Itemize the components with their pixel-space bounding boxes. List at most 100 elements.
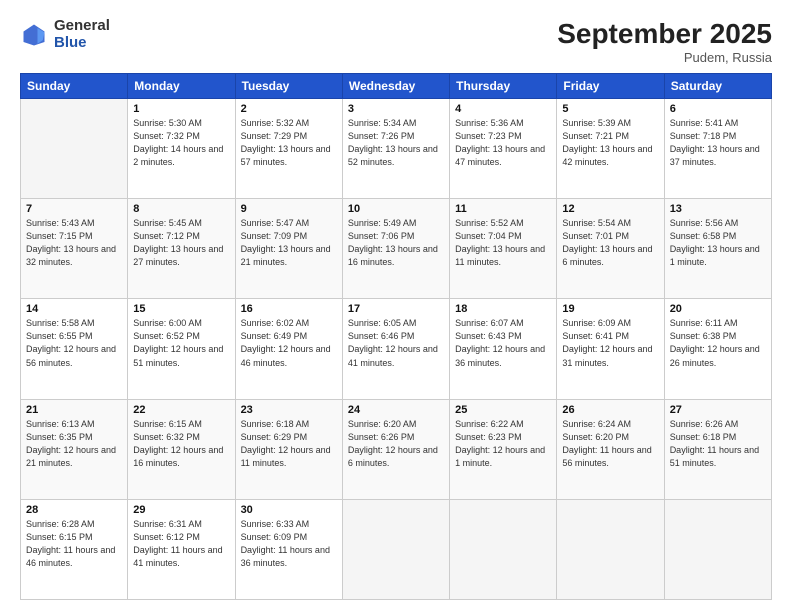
day-info: Sunrise: 6:33 AMSunset: 6:09 PMDaylight:… [241, 518, 337, 570]
calendar-cell: 25 Sunrise: 6:22 AMSunset: 6:23 PMDayligh… [450, 399, 557, 499]
calendar-cell: 1 Sunrise: 5:30 AMSunset: 7:32 PMDaylight… [128, 99, 235, 199]
location: Pudem, Russia [557, 50, 772, 65]
col-header-monday: Monday [128, 74, 235, 99]
col-header-saturday: Saturday [664, 74, 771, 99]
calendar-cell: 12 Sunrise: 5:54 AMSunset: 7:01 PMDayligh… [557, 199, 664, 299]
day-info: Sunrise: 6:26 AMSunset: 6:18 PMDaylight:… [670, 418, 766, 470]
calendar-cell: 17 Sunrise: 6:05 AMSunset: 6:46 PMDayligh… [342, 299, 449, 399]
day-number: 3 [348, 103, 444, 115]
calendar-cell: 7Sunrise: 5:43 AMSunset: 7:15 PMDaylight… [21, 199, 128, 299]
calendar-cell: 10 Sunrise: 5:49 AMSunset: 7:06 PMDayligh… [342, 199, 449, 299]
day-number: 27 [670, 404, 766, 416]
day-info: Sunrise: 5:52 AMSunset: 7:04 PMDaylight:… [455, 217, 551, 269]
week-row-4: 28 Sunrise: 6:28 AMSunset: 6:15 PMDayligh… [21, 499, 772, 599]
calendar-table: SundayMondayTuesdayWednesdayThursdayFrid… [20, 73, 772, 600]
col-header-sunday: Sunday [21, 74, 128, 99]
day-number: 14 [26, 303, 122, 315]
day-info: Sunrise: 6:22 AMSunset: 6:23 PMDaylight:… [455, 418, 551, 470]
calendar-cell [557, 499, 664, 599]
day-info: Sunrise: 5:32 AMSunset: 7:29 PMDaylight:… [241, 117, 337, 169]
calendar-cell: 29Sunrise: 6:31 AMSunset: 6:12 PMDayligh… [128, 499, 235, 599]
logo: General Blue [20, 18, 110, 51]
week-row-1: 7Sunrise: 5:43 AMSunset: 7:15 PMDaylight… [21, 199, 772, 299]
day-number: 7 [26, 203, 122, 215]
day-info: Sunrise: 6:28 AMSunset: 6:15 PMDaylight:… [26, 518, 122, 570]
calendar-cell [342, 499, 449, 599]
calendar-cell: 24 Sunrise: 6:20 AMSunset: 6:26 PMDayligh… [342, 399, 449, 499]
day-info: Sunrise: 5:54 AMSunset: 7:01 PMDaylight:… [562, 217, 658, 269]
calendar-cell: 18 Sunrise: 6:07 AMSunset: 6:43 PMDayligh… [450, 299, 557, 399]
calendar-cell: 2Sunrise: 5:32 AMSunset: 7:29 PMDaylight… [235, 99, 342, 199]
day-number: 10 [348, 203, 444, 215]
day-number: 24 [348, 404, 444, 416]
day-info: Sunrise: 5:49 AMSunset: 7:06 PMDaylight:… [348, 217, 444, 269]
calendar-cell: 21 Sunrise: 6:13 AMSunset: 6:35 PMDayligh… [21, 399, 128, 499]
day-info: Sunrise: 6:09 AMSunset: 6:41 PMDaylight:… [562, 317, 658, 369]
day-info: Sunrise: 6:11 AMSunset: 6:38 PMDaylight:… [670, 317, 766, 369]
calendar-cell: 9Sunrise: 5:47 AMSunset: 7:09 PMDaylight… [235, 199, 342, 299]
title-block: September 2025 Pudem, Russia [557, 18, 772, 65]
calendar-cell: 11Sunrise: 5:52 AMSunset: 7:04 PMDayligh… [450, 199, 557, 299]
day-number: 15 [133, 303, 229, 315]
day-number: 22 [133, 404, 229, 416]
day-number: 8 [133, 203, 229, 215]
day-info: Sunrise: 5:39 AMSunset: 7:21 PMDaylight:… [562, 117, 658, 169]
calendar-cell: 19 Sunrise: 6:09 AMSunset: 6:41 PMDayligh… [557, 299, 664, 399]
calendar-cell: 13 Sunrise: 5:56 AMSunset: 6:58 PMDayligh… [664, 199, 771, 299]
day-info: Sunrise: 5:41 AMSunset: 7:18 PMDaylight:… [670, 117, 766, 169]
day-number: 13 [670, 203, 766, 215]
day-info: Sunrise: 5:58 AMSunset: 6:55 PMDaylight:… [26, 317, 122, 369]
day-number: 25 [455, 404, 551, 416]
day-info: Sunrise: 5:36 AMSunset: 7:23 PMDaylight:… [455, 117, 551, 169]
calendar-cell: 15Sunrise: 6:00 AMSunset: 6:52 PMDayligh… [128, 299, 235, 399]
calendar-cell: 8 Sunrise: 5:45 AMSunset: 7:12 PMDaylight… [128, 199, 235, 299]
calendar-body: 1 Sunrise: 5:30 AMSunset: 7:32 PMDaylight… [21, 99, 772, 600]
day-info: Sunrise: 6:15 AMSunset: 6:32 PMDaylight:… [133, 418, 229, 470]
calendar-cell: 16Sunrise: 6:02 AMSunset: 6:49 PMDayligh… [235, 299, 342, 399]
col-header-wednesday: Wednesday [342, 74, 449, 99]
calendar-cell: 20 Sunrise: 6:11 AMSunset: 6:38 PMDayligh… [664, 299, 771, 399]
day-info: Sunrise: 6:05 AMSunset: 6:46 PMDaylight:… [348, 317, 444, 369]
day-info: Sunrise: 6:24 AMSunset: 6:20 PMDaylight:… [562, 418, 658, 470]
day-info: Sunrise: 6:31 AMSunset: 6:12 PMDaylight:… [133, 518, 229, 570]
day-number: 28 [26, 504, 122, 516]
day-number: 9 [241, 203, 337, 215]
week-row-3: 21 Sunrise: 6:13 AMSunset: 6:35 PMDayligh… [21, 399, 772, 499]
calendar-cell [664, 499, 771, 599]
day-info: Sunrise: 6:18 AMSunset: 6:29 PMDaylight:… [241, 418, 337, 470]
day-info: Sunrise: 5:45 AMSunset: 7:12 PMDaylight:… [133, 217, 229, 269]
calendar-cell: 28 Sunrise: 6:28 AMSunset: 6:15 PMDayligh… [21, 499, 128, 599]
day-info: Sunrise: 5:34 AMSunset: 7:26 PMDaylight:… [348, 117, 444, 169]
calendar-cell: 22 Sunrise: 6:15 AMSunset: 6:32 PMDayligh… [128, 399, 235, 499]
day-number: 1 [133, 103, 229, 115]
day-info: Sunrise: 6:20 AMSunset: 6:26 PMDaylight:… [348, 418, 444, 470]
month-title: September 2025 [557, 18, 772, 50]
day-number: 12 [562, 203, 658, 215]
day-info: Sunrise: 5:56 AMSunset: 6:58 PMDaylight:… [670, 217, 766, 269]
header: General Blue September 2025 Pudem, Russi… [20, 18, 772, 65]
page: General Blue September 2025 Pudem, Russi… [0, 0, 792, 612]
day-info: Sunrise: 6:13 AMSunset: 6:35 PMDaylight:… [26, 418, 122, 470]
calendar-cell [450, 499, 557, 599]
calendar-cell: 6 Sunrise: 5:41 AMSunset: 7:18 PMDaylight… [664, 99, 771, 199]
day-number: 19 [562, 303, 658, 315]
col-header-thursday: Thursday [450, 74, 557, 99]
day-number: 26 [562, 404, 658, 416]
logo-blue-text: Blue [54, 35, 110, 52]
week-row-0: 1 Sunrise: 5:30 AMSunset: 7:32 PMDaylight… [21, 99, 772, 199]
day-number: 23 [241, 404, 337, 416]
day-info: Sunrise: 5:30 AMSunset: 7:32 PMDaylight:… [133, 117, 229, 169]
day-number: 18 [455, 303, 551, 315]
logo-icon [20, 21, 48, 49]
day-number: 30 [241, 504, 337, 516]
day-info: Sunrise: 6:02 AMSunset: 6:49 PMDaylight:… [241, 317, 337, 369]
calendar-cell: 3 Sunrise: 5:34 AMSunset: 7:26 PMDaylight… [342, 99, 449, 199]
day-number: 17 [348, 303, 444, 315]
day-number: 6 [670, 103, 766, 115]
calendar-cell: 30 Sunrise: 6:33 AMSunset: 6:09 PMDayligh… [235, 499, 342, 599]
day-number: 20 [670, 303, 766, 315]
day-info: Sunrise: 6:07 AMSunset: 6:43 PMDaylight:… [455, 317, 551, 369]
week-row-2: 14 Sunrise: 5:58 AMSunset: 6:55 PMDayligh… [21, 299, 772, 399]
day-number: 21 [26, 404, 122, 416]
calendar-cell: 4Sunrise: 5:36 AMSunset: 7:23 PMDaylight… [450, 99, 557, 199]
